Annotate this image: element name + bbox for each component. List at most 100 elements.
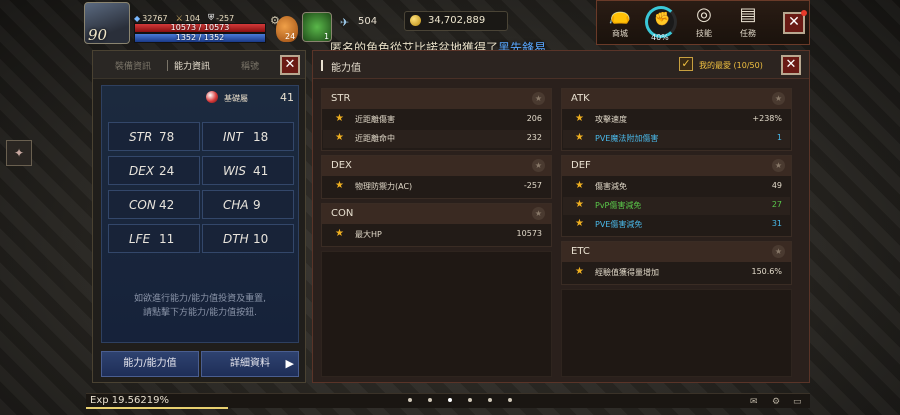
wing-icon: ✈ (340, 16, 350, 29)
section-header: CON ★ (322, 204, 551, 224)
mp-bar: 1352 / 1352 (134, 33, 266, 43)
section-header: DEX ★ (322, 156, 551, 176)
empty-area (321, 251, 552, 377)
star-icon[interactable]: ★ (772, 92, 785, 105)
favorite-star-icon[interactable]: ★ (575, 218, 584, 229)
section-con: CON ★ ★ 最大HP 10573 (321, 203, 552, 247)
exp-text: Exp 19.56219% (90, 395, 169, 406)
stat-row[interactable]: ★ 最大HP 10573 (323, 226, 550, 244)
stat-cell-dth[interactable]: DTH 10 (202, 224, 294, 253)
stat-row[interactable]: ★ 傷害減免 49 (563, 178, 790, 196)
left-panel-header: 裝備資訊 能力資訊 稱號 ✕ (93, 51, 305, 79)
quest-button[interactable]: ▤ 任務 (730, 4, 766, 39)
page-dot[interactable] (448, 398, 452, 402)
page-dot[interactable] (408, 398, 412, 402)
favorite-star-icon[interactable]: ★ (575, 180, 584, 191)
stat-cell-cha[interactable]: CHA 9 (202, 190, 294, 219)
notification-dot (801, 10, 807, 16)
section-header: ETC ★ (562, 242, 791, 262)
stat-values-panel: 能力值 ✓ 我的最愛 (10/50) ✕ STR ★ ★ 近距離傷害 206 ★ 近距離… (312, 50, 810, 383)
skill-button[interactable]: ◎ 技能 (686, 4, 722, 39)
stat-row[interactable]: ★ 攻擊速度 +238% (563, 111, 790, 129)
potion-count: 24 (285, 32, 296, 41)
stat-cell-dex[interactable]: DEX 24 (108, 156, 200, 185)
favorite-star-icon[interactable]: ★ (335, 180, 344, 191)
stat-row[interactable]: ★ 近距離傷害 206 (323, 111, 550, 129)
section-def: DEF ★ ★ 傷害減免 49 ★ PvP傷害減免 27 ★ PVE傷害減免 31 (561, 155, 792, 237)
star-icon[interactable]: ★ (772, 245, 785, 258)
tab-equipment-info[interactable]: 裝備資訊 (115, 59, 151, 72)
favorite-star-icon[interactable]: ★ (335, 113, 344, 124)
page-dot[interactable] (468, 398, 472, 402)
stat-cell-wis[interactable]: WIS 41 (202, 156, 294, 185)
section-header: DEF ★ (562, 156, 791, 176)
herb-count: 1 (324, 32, 330, 41)
quest-scroll-icon: ▤ (739, 4, 757, 25)
shop-bag-icon: 👝 (608, 4, 632, 25)
section-str: STR ★ ★ 近距離傷害 206 ★ 近距離命中 232 (321, 88, 552, 151)
shop-button[interactable]: 👝 商城 (602, 4, 638, 39)
details-button[interactable]: 詳細資料 ▶ (201, 351, 299, 377)
right-panel-close-button[interactable]: ✕ (781, 55, 801, 75)
tab-ability-info[interactable]: 能力資訊 (174, 59, 210, 72)
chat-icon[interactable]: ✉ (750, 397, 758, 407)
gold-coin-icon (410, 15, 421, 26)
stat-row[interactable]: ★ 近距離命中 232 (323, 130, 550, 148)
section-dex: DEX ★ ★ 物理防禦力(AC) -257 (321, 155, 552, 199)
star-icon[interactable]: ★ (772, 159, 785, 172)
favorite-star-icon[interactable]: ★ (575, 113, 584, 124)
section-atk: ATK ★ ★ 攻擊速度 +238% ★ PVE魔法附加傷害 1 (561, 88, 792, 151)
stat-row[interactable]: ★ 經驗值獲得量增加 150.6% (563, 264, 790, 282)
favorite-star-icon[interactable]: ★ (335, 132, 344, 143)
progress-label: 40% (651, 33, 669, 42)
favorites-label: 我的最愛 (10/50) (699, 61, 763, 70)
star-icon[interactable]: ★ (532, 207, 545, 220)
page-dot[interactable] (508, 398, 512, 402)
favorite-star-icon[interactable]: ★ (575, 199, 584, 210)
tab-divider (167, 60, 168, 71)
section-header: ATK ★ (562, 89, 791, 109)
attribute-orb-icon (206, 91, 218, 103)
attribute-label: 基礎屬 (224, 94, 248, 103)
page-dot[interactable] (488, 398, 492, 402)
skill-swirl-icon: ◎ (696, 4, 712, 25)
stat-cell-lfe[interactable]: LFE 11 (108, 224, 200, 253)
section-etc: ETC ★ ★ 經驗值獲得量增加 150.6% (561, 241, 792, 285)
hp-bar: 10573 / 10573 (134, 23, 266, 33)
empty-area (561, 289, 792, 377)
page-dot[interactable] (428, 398, 432, 402)
attribute-value: 41 (280, 91, 294, 104)
star-icon[interactable]: ★ (532, 92, 545, 105)
favorite-star-icon[interactable]: ★ (335, 228, 344, 239)
gold-amount: 34,702,889 (428, 15, 486, 26)
ability-info-panel: 裝備資訊 能力資訊 稱號 ✕ 基礎屬 41 STR 78 INT 18 DEX 24 … (92, 50, 306, 383)
favorite-star-icon[interactable]: ★ (575, 132, 584, 143)
exp-fill (86, 407, 228, 409)
stat-cell-str[interactable]: STR 78 (108, 122, 200, 151)
battery-icon: ▭ (793, 397, 802, 407)
left-panel-close-button[interactable]: ✕ (280, 55, 300, 75)
fist-icon: ✊ (654, 12, 671, 27)
panel-title: 能力值 (331, 63, 361, 74)
ability-button[interactable]: 能力/能力值 (101, 351, 199, 377)
stat-row[interactable]: ★ PvP傷害減免 27 (563, 197, 790, 215)
page-indicator[interactable] (408, 398, 512, 402)
character-level: 90 (88, 26, 108, 44)
ability-note: 如欲進行能力/能力值投資及重置, 請點擊下方能力/能力值按鈕. (134, 294, 266, 318)
stat-row[interactable]: ★ PVE魔法附加傷害 1 (563, 130, 790, 148)
stat-cell-int[interactable]: INT 18 (202, 122, 294, 151)
stat-cell-con[interactable]: CON 42 (108, 190, 200, 219)
stat-row[interactable]: ★ 物理防禦力(AC) -257 (323, 178, 550, 196)
tab-title[interactable]: 稱號 (241, 59, 259, 72)
title-bar-marker (321, 60, 323, 71)
settings-icon[interactable]: ⚙ (772, 397, 780, 407)
wing-count: 504 (358, 16, 378, 27)
favorites-checkbox[interactable]: ✓ (679, 57, 693, 71)
right-panel-header: 能力值 ✓ 我的最愛 (10/50) ✕ (313, 51, 809, 79)
section-header: STR ★ (322, 89, 551, 109)
stat-row[interactable]: ★ PVE傷害減免 31 (563, 216, 790, 234)
star-icon[interactable]: ★ (532, 159, 545, 172)
arrow-right-icon: ▶ (285, 357, 294, 370)
favorite-star-icon[interactable]: ★ (575, 266, 584, 277)
side-menu-icon[interactable]: ✦ (6, 140, 32, 166)
